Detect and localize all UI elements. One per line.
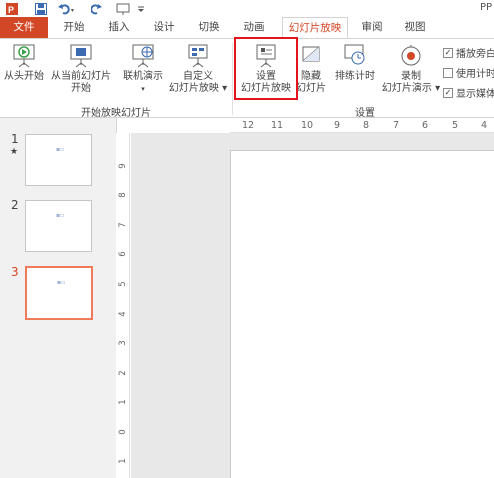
ruler-number: 7 [393, 120, 400, 131]
svg-text:▾: ▾ [71, 7, 74, 14]
svg-text:P: P [8, 5, 14, 15]
tab-review[interactable]: 审阅 [353, 17, 391, 38]
tab-slideshow[interactable]: 幻灯片放映 [282, 17, 348, 39]
thumbnail-content-icon: ▪▫ [56, 212, 65, 219]
ruler-number: 2 [118, 370, 128, 376]
show-media-controls-checkbox[interactable]: ✓ 显示媒体 [443, 85, 494, 100]
thumbnail-content-icon: ▪▫ [56, 146, 65, 153]
rehearse-timings-icon [344, 44, 365, 65]
save-icon[interactable] [34, 0, 48, 17]
ribbon-tabs: 文件 开始 插入 设计 切换 动画 幻灯片放映 审阅 视图 [0, 17, 494, 39]
ruler-number: 7 [118, 222, 128, 228]
use-timings-label: 使用计时 [456, 69, 494, 80]
from-current-label: 从当前幻灯片 [51, 71, 111, 82]
record-slideshow-button[interactable]: 录制 幻灯片演示 ▾ [380, 43, 442, 95]
ruler-number: 6 [118, 251, 128, 257]
horizontal-ruler: 12 11 10 9 8 7 6 5 4 [230, 118, 494, 133]
ruler-number: 9 [334, 120, 341, 131]
ruler-number: 10 [301, 120, 314, 131]
ruler-number: 8 [118, 192, 128, 198]
hide-slide-label-2: 幻灯片 [296, 83, 326, 94]
slide-thumbnail-2[interactable]: ▪▫ [25, 200, 92, 252]
slide-thumbnail-1[interactable]: ▪▫ [25, 134, 92, 186]
tab-home[interactable]: 开始 [55, 17, 93, 38]
record-label: 录制 [401, 71, 421, 82]
checkbox-unchecked-icon [443, 67, 453, 78]
ruler-number: 5 [118, 281, 128, 287]
tab-design[interactable]: 设计 [145, 17, 183, 38]
record-label-2: 幻灯片演示 ▾ [381, 83, 441, 94]
annotation-highlight-box [234, 37, 298, 100]
ruler-number: 9 [118, 163, 128, 169]
play-narrations-checkbox[interactable]: ✓ 播放旁白 [443, 45, 494, 60]
ruler-number: 6 [422, 120, 429, 131]
redo-icon[interactable] [90, 0, 104, 17]
show-media-label: 显示媒体 [456, 89, 494, 100]
checkbox-checked-icon: ✓ [443, 87, 453, 98]
custom-slideshow-icon [188, 44, 208, 68]
powerpoint-logo-icon: P [5, 0, 19, 17]
ruler-number: 1 [118, 458, 128, 464]
hide-slide-button[interactable]: 隐藏 幻灯片 [293, 43, 329, 95]
play-narrations-label: 播放旁白 [456, 49, 494, 60]
ruler-number: 8 [363, 120, 370, 131]
rehearse-timings-button[interactable]: 排练计时 [332, 43, 378, 83]
from-current-label-2: 开始 [71, 83, 91, 94]
slide-canvas[interactable] [230, 150, 494, 478]
vertical-ruler: 9 8 7 6 5 4 3 2 1 0 1 [116, 133, 130, 478]
ruler-number: 4 [118, 311, 128, 317]
tab-file[interactable]: 文件 [0, 17, 48, 38]
tab-insert[interactable]: 插入 [100, 17, 138, 38]
slide-number-active: 3 [11, 265, 19, 279]
present-from-beginning-icon[interactable] [115, 0, 131, 17]
checkbox-checked-icon: ✓ [443, 47, 453, 58]
ruler-number: 12 [242, 120, 255, 131]
thumbnail-content-icon: ▪▫ [57, 279, 66, 286]
tab-view[interactable]: 视图 [396, 17, 434, 38]
group-label-setup: 设置 [355, 108, 375, 119]
record-icon [401, 45, 421, 66]
ruler-number: 4 [481, 120, 488, 131]
slide-number: 1 [11, 132, 19, 146]
ruler-number: 5 [452, 120, 459, 131]
window-title: PP [479, 2, 492, 13]
animation-star-icon: ★ [10, 147, 19, 157]
tab-transitions[interactable]: 切换 [190, 17, 228, 38]
slide-thumbnails-pane: 1 ★ ▪▫ 2 ▪▫ 3 ▪▫ [0, 118, 116, 478]
rehearse-timings-label: 排练计时 [335, 71, 375, 82]
slide-thumbnail-3[interactable]: ▪▫ [25, 266, 93, 320]
use-timings-checkbox[interactable]: 使用计时 [443, 65, 494, 80]
ruler-number: 11 [271, 120, 284, 131]
from-beginning-icon [13, 44, 35, 68]
present-online-dropdown-icon[interactable]: ▾ [118, 83, 168, 95]
tab-animations[interactable]: 动画 [235, 17, 273, 38]
present-online-button[interactable]: 联机演示 ▾ [118, 43, 168, 95]
ruler-number: 1 [118, 399, 128, 405]
present-online-label: 联机演示 [123, 71, 163, 82]
ruler-number: 0 [118, 429, 128, 435]
hide-slide-icon [302, 46, 320, 62]
title-bar: P ▾ PP [0, 0, 494, 17]
group-label-start-slideshow: 开始放映幻灯片 [81, 108, 151, 119]
customize-qat-icon[interactable] [136, 0, 146, 17]
from-beginning-button[interactable]: 从头开始 [2, 43, 46, 83]
present-online-icon [132, 44, 154, 68]
group-separator [232, 43, 233, 115]
custom-slideshow-button[interactable]: 自定义 幻灯片放映 ▾ [168, 43, 228, 95]
undo-icon[interactable]: ▾ [57, 0, 79, 17]
custom-slideshow-label: 自定义 [183, 71, 213, 82]
from-beginning-label: 从头开始 [4, 71, 44, 82]
slide-number: 2 [11, 198, 19, 212]
custom-slideshow-label-2: 幻灯片放映 ▾ [168, 83, 228, 94]
hide-slide-label: 隐藏 [301, 71, 321, 82]
from-current-slide-button[interactable]: 从当前幻灯片 开始 [48, 43, 114, 95]
ruler-number: 3 [118, 340, 128, 346]
from-current-slide-icon [70, 44, 92, 68]
